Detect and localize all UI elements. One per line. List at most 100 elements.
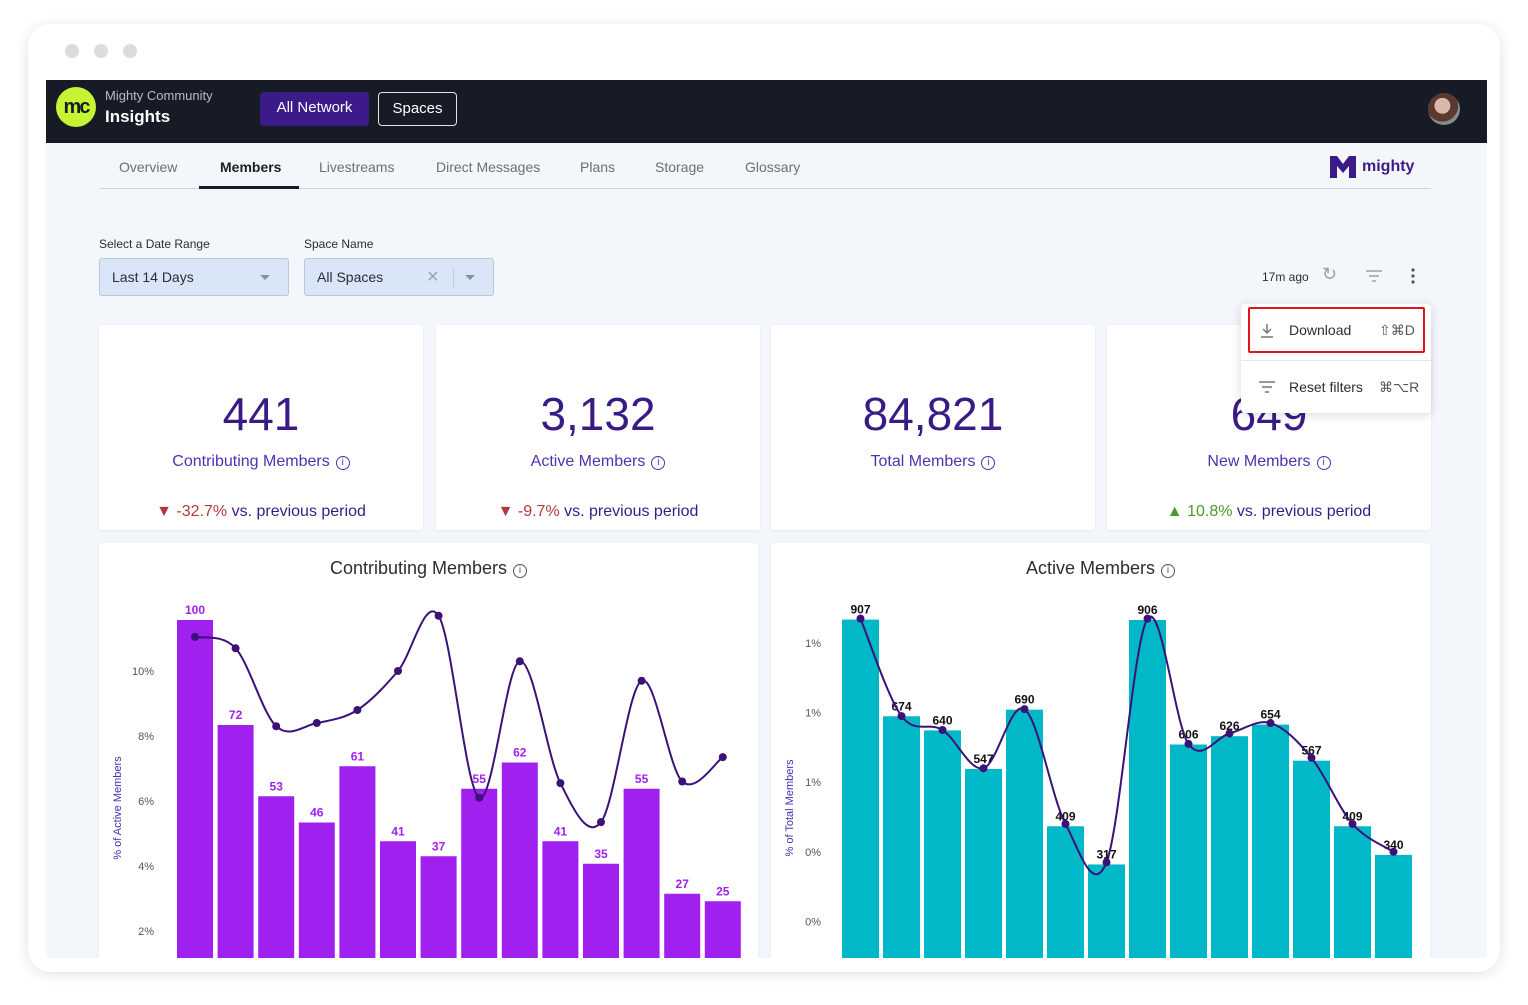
tab-livestreams[interactable]: Livestreams: [319, 159, 394, 175]
y-tick-label: 1%: [805, 777, 821, 789]
bar-label: 100: [185, 603, 205, 617]
tab-overview[interactable]: Overview: [119, 159, 177, 175]
y-tick-label: 10%: [132, 666, 154, 678]
date-range-label: Select a Date Range: [99, 237, 210, 251]
kpi-card: 3,132 Active Members i ▼ -9.7% vs. previou…: [436, 325, 760, 530]
window-minimize-dot[interactable]: [94, 44, 108, 58]
y-tick-label: 8%: [138, 731, 154, 743]
bar: [501, 762, 538, 958]
logo: mc: [56, 87, 96, 127]
info-icon[interactable]: i: [335, 456, 350, 470]
bar: [623, 788, 660, 958]
bar-label: 62: [513, 746, 527, 760]
bar-label: 72: [229, 708, 243, 722]
bar: [1293, 760, 1330, 958]
y-tick-label: 2%: [138, 926, 154, 938]
bar: [1375, 854, 1412, 958]
bar: [1170, 744, 1207, 958]
bar: [461, 788, 498, 958]
arrow-down-icon: ▼: [156, 503, 172, 520]
filter-icon[interactable]: [1366, 270, 1382, 282]
bar: [1088, 864, 1125, 958]
bar: [339, 766, 376, 958]
bar: [1129, 620, 1166, 958]
menu-item-download[interactable]: Download ⇧⌘D: [1248, 307, 1425, 353]
bar: [965, 768, 1002, 958]
tab-members[interactable]: Members: [220, 159, 281, 175]
kpi-label: Total Members i: [771, 453, 1095, 471]
bar: [842, 619, 879, 958]
menu-item-shortcut: ⇧⌘D: [1379, 322, 1415, 338]
more-options-menu: Download ⇧⌘D Reset filters ⌘⌥R: [1241, 304, 1431, 413]
bar: [217, 725, 254, 958]
info-icon[interactable]: i: [981, 456, 996, 470]
active-tab-indicator: [199, 186, 299, 189]
bar: [420, 856, 457, 958]
org-name: Mighty Community: [105, 88, 213, 103]
bar-label: 37: [432, 839, 446, 853]
kpi-change-value: -32.7%: [176, 503, 228, 520]
kpi-change: ▲ 10.8% vs. previous period: [1107, 503, 1431, 521]
chevron-down-icon[interactable]: [465, 275, 475, 280]
bar-label: 640: [932, 713, 952, 727]
app: mc Mighty Community Insights All Network…: [46, 80, 1487, 958]
line-point: [1184, 739, 1193, 748]
menu-item-label: Download: [1289, 322, 1352, 338]
tab-bar: Overview Members Livestreams Direct Mess…: [99, 143, 1431, 189]
tab-storage[interactable]: Storage: [655, 159, 704, 175]
bar-label: 25: [716, 884, 730, 898]
line-point: [1348, 819, 1357, 828]
kpi-change-suffix: vs. previous period: [559, 503, 699, 520]
user-avatar[interactable]: [1428, 93, 1460, 125]
bar: [883, 716, 920, 958]
date-range-select[interactable]: Last 14 Days: [99, 258, 289, 296]
kpi-change: ▼ -32.7% vs. previous period: [99, 503, 423, 521]
space-name-select[interactable]: All Spaces ×: [304, 258, 494, 296]
bar-label: 547: [973, 752, 993, 766]
tab-glossary[interactable]: Glossary: [745, 159, 800, 175]
bar: [1334, 826, 1371, 958]
info-icon[interactable]: i: [651, 456, 666, 470]
spaces-button[interactable]: Spaces: [378, 92, 457, 126]
bar-label: 27: [676, 877, 690, 891]
window-close-dot[interactable]: [65, 44, 79, 58]
refresh-icon[interactable]: ↻: [1322, 264, 1337, 285]
bar: [542, 841, 579, 958]
bar: [1252, 724, 1289, 958]
more-vertical-icon[interactable]: [1410, 268, 1416, 284]
info-icon[interactable]: i: [1316, 456, 1331, 470]
mighty-brand: mighty: [1330, 156, 1414, 178]
y-tick-label: 0%: [805, 847, 821, 859]
bar: [704, 901, 741, 958]
kpi-change-suffix: vs. previous period: [1232, 503, 1372, 520]
brand-text: mighty: [1362, 158, 1415, 175]
tab-plans[interactable]: Plans: [580, 159, 615, 175]
tab-direct-messages[interactable]: Direct Messages: [436, 159, 540, 175]
contributing-members-chart: 10% 8% 6% 4% 2% % of Active Members 100 72 53 46 6…: [112, 603, 741, 958]
bar-label: 55: [635, 772, 649, 786]
bar-label: 41: [554, 824, 568, 838]
line-point: [1266, 719, 1275, 728]
window-maximize-dot[interactable]: [123, 44, 137, 58]
menu-item-shortcut: ⌘⌥R: [1379, 379, 1420, 395]
app-title: Insights: [105, 107, 171, 126]
top-header: mc Mighty Community Insights All Network…: [46, 80, 1487, 143]
kpi-change-suffix: vs. previous period: [227, 503, 366, 520]
kpi-value: 441: [222, 388, 300, 440]
line-point: [434, 611, 443, 620]
menu-item-reset-filters[interactable]: Reset filters ⌘⌥R: [1241, 364, 1431, 410]
kpi-label: Contributing Members i: [99, 453, 423, 471]
bar: [583, 863, 619, 958]
bar-label: 41: [391, 824, 405, 838]
all-network-button[interactable]: All Network: [260, 92, 369, 126]
line-point: [231, 644, 240, 653]
kpi-change-value: -9.7%: [517, 503, 560, 520]
line-point: [353, 706, 362, 714]
menu-item-label: Reset filters: [1289, 379, 1363, 395]
clear-icon[interactable]: ×: [427, 259, 439, 295]
line-point: [637, 676, 646, 685]
space-name-value: All Spaces: [317, 269, 384, 285]
bar-label: 61: [351, 749, 365, 763]
bar: [177, 620, 213, 958]
bar-label: 53: [270, 779, 284, 793]
